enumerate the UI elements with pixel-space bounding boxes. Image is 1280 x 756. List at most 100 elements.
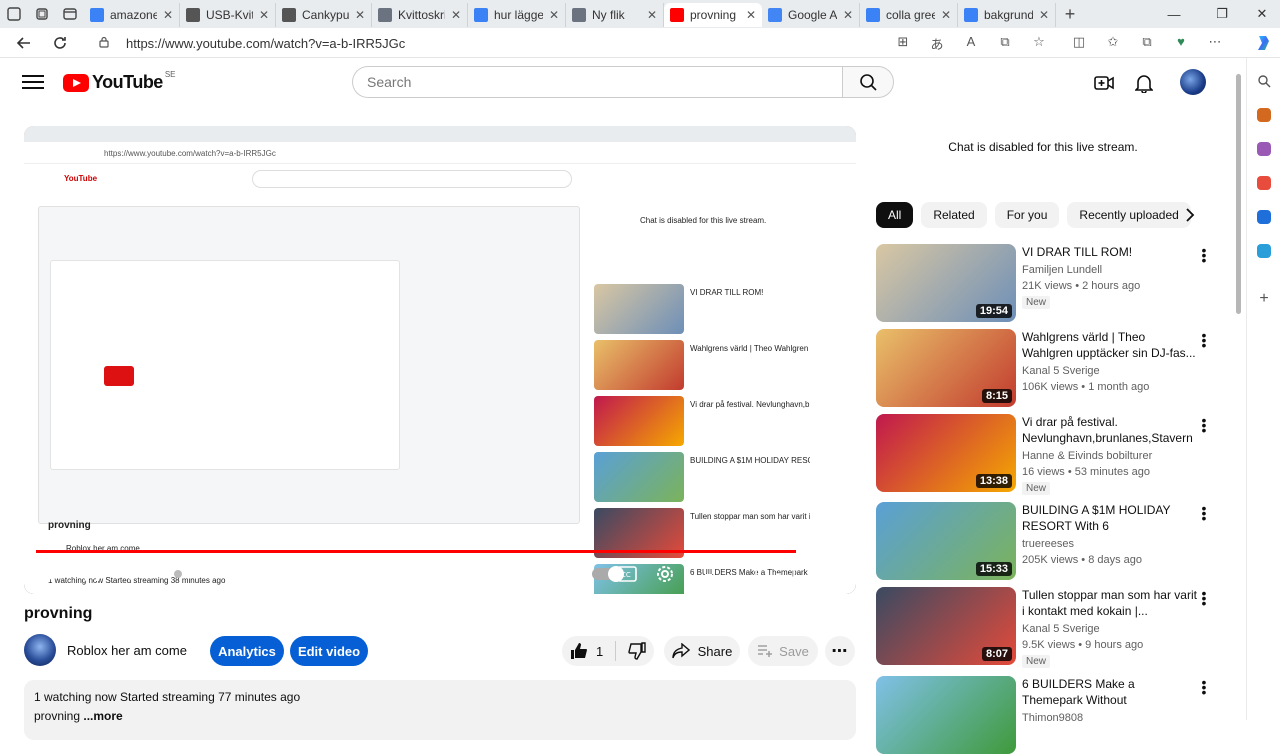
chips-next-button[interactable] [1180,205,1200,225]
cast-button[interactable] [772,562,798,586]
video-thumbnail[interactable]: 8:07 [876,587,1016,665]
chip-related[interactable]: Related [921,202,987,228]
browser-tab[interactable]: Google Ac ✕ [762,3,860,27]
edit-video-button[interactable]: Edit video [290,636,368,666]
like-button[interactable]: 1 [570,642,603,660]
browser-tab[interactable]: amazone ✕ [84,3,180,27]
youtube-logo[interactable]: YouTube SE [63,70,176,93]
minimize-icon[interactable]: — [1156,0,1192,28]
video-title[interactable]: Vi drar på festival. Nevlunghavn,brunlan… [1022,414,1198,446]
description-box[interactable]: 1 watching now Started streaming 77 minu… [24,680,856,740]
more-vertical-icon[interactable]: • • • [1198,586,1210,610]
recommended-video[interactable]: 15:33 BUILDING A $1M HOLIDAY RESORT With … [876,501,1216,582]
restore-icon[interactable]: ❐ [1204,0,1240,28]
sidebar-office-icon[interactable] [1247,172,1280,194]
close-tab-icon[interactable]: ✕ [451,8,461,22]
menu-icon[interactable] [22,72,44,94]
browser-tab[interactable]: colla gree ✕ [860,3,958,27]
workspaces-icon[interactable] [0,0,28,28]
channel-name[interactable]: Familjen Lundell [1022,264,1102,276]
channel-name[interactable]: Roblox her am come [67,643,187,658]
analytics-button[interactable]: Analytics [210,636,284,666]
chip-recently-uploaded[interactable]: Recently uploaded [1067,202,1191,228]
search-button[interactable] [842,66,894,98]
more-vertical-icon[interactable]: • • • [1198,675,1210,699]
close-tab-icon[interactable]: ✕ [746,8,756,22]
chip-for-you[interactable]: For you [994,202,1060,228]
channel-avatar[interactable] [24,634,56,666]
browser-tab[interactable]: Kvittoskriv ✕ [372,3,468,27]
browser-tab[interactable]: Ny flik ✕ [566,3,664,27]
vertical-tabs-icon[interactable] [56,0,84,28]
copilot-icon[interactable] [1252,32,1276,54]
close-tab-icon[interactable]: ✕ [259,8,269,22]
more-vertical-icon[interactable]: • • • [1198,243,1210,267]
dislike-button[interactable] [628,642,646,660]
sidebar-tools-icon[interactable] [1247,104,1280,126]
translate-icon[interactable]: あ [920,34,954,53]
more-actions-button[interactable]: ⋯ [825,636,855,666]
video-thumbnail[interactable]: 13:38 [876,414,1016,492]
settings-button[interactable] [652,562,678,586]
more-vertical-icon[interactable]: • • • [1198,501,1210,525]
video-title[interactable]: Wahlgrens värld | Theo Wahlgren upptäcke… [1022,329,1198,361]
browser-essentials-icon[interactable]: ♥ [1164,34,1198,50]
close-tab-icon[interactable]: ✕ [647,8,657,22]
browser-tab[interactable]: provning ✕ [664,3,762,27]
sidebar-search-icon[interactable] [1247,70,1280,92]
back-icon[interactable] [12,32,36,54]
browser-tab[interactable]: hur lägger ✕ [468,3,566,27]
read-aloud-icon[interactable]: A [954,34,988,53]
notifications-bell-icon[interactable] [1133,72,1155,94]
sidebar-add-icon[interactable]: + [1247,288,1280,310]
video-title[interactable]: 6 BUILDERS Make a Themepark Without COMM… [1022,676,1198,708]
sidebar-games-icon[interactable] [1247,138,1280,160]
sidebar-bing-icon[interactable] [1247,240,1280,262]
close-tab-icon[interactable]: ✕ [843,8,853,22]
channel-name[interactable]: Kanal 5 Sverige [1022,623,1100,635]
page-scrollbar[interactable] [1236,74,1241,314]
channel-name[interactable]: Hanne & Eivinds bobilturer [1022,450,1152,462]
miniplayer-button[interactable] [692,562,718,586]
more-options-icon[interactable]: ⋯ [1198,34,1232,50]
recommended-video[interactable]: 8:15 Wahlgrens värld | Theo Wahlgren uppt… [876,328,1216,409]
close-tab-icon[interactable]: ✕ [355,8,365,22]
split-screen-icon[interactable]: ◫ [1062,34,1096,50]
account-avatar[interactable] [1180,69,1206,95]
close-tab-icon[interactable]: ✕ [163,8,173,22]
close-tab-icon[interactable]: ✕ [549,8,559,22]
more-vertical-icon[interactable]: • • • [1198,413,1210,437]
live-indicator[interactable]: LIVE [174,567,214,581]
search-input[interactable] [352,66,842,98]
sidebar-outlook-icon[interactable] [1247,206,1280,228]
recommended-video[interactable]: 19:54 VI DRAR TILL ROM! Familjen Lundell 21… [876,243,1216,324]
recommended-video[interactable]: 8:07 Tullen stoppar man som har varit i k… [876,586,1216,668]
browser-tab[interactable]: Cankypu D ✕ [276,3,372,27]
video-thumbnail[interactable]: 19:54 [876,244,1016,322]
channel-name[interactable]: Kanal 5 Sverige [1022,365,1100,377]
browser-tab[interactable]: bakgrund ✕ [958,3,1056,27]
new-tab-button[interactable]: + [1056,4,1084,25]
close-window-icon[interactable]: ✕ [1244,0,1280,28]
extensions-icon[interactable]: ⧉ [988,34,1022,53]
volume-button[interactable] [118,562,146,586]
close-tab-icon[interactable]: ✕ [1039,8,1049,22]
video-title[interactable]: BUILDING A $1M HOLIDAY RESORT With 6 SUB… [1022,502,1198,534]
refresh-icon[interactable] [48,32,72,54]
theater-mode-button[interactable] [734,562,760,586]
browser-tab[interactable]: USB-Kvitt ✕ [180,3,276,27]
next-button[interactable] [78,562,106,586]
share-button[interactable]: Share [664,636,740,666]
collections-icon[interactable] [28,0,56,28]
video-thumbnail[interactable] [876,676,1016,754]
app-available-icon[interactable]: ⊞ [886,34,920,53]
video-title[interactable]: VI DRAR TILL ROM! [1022,244,1198,260]
favorites-icon[interactable]: ✩ [1096,34,1130,50]
play-button[interactable] [38,562,66,586]
subtitles-button[interactable]: CC [614,562,640,586]
fullscreen-button[interactable] [812,562,838,586]
channel-name[interactable]: Thimon9808 [1022,712,1083,724]
save-button[interactable]: Save [748,636,818,666]
video-player[interactable]: https://www.youtube.com/watch?v=a-b-IRR5… [24,126,856,594]
more-vertical-icon[interactable]: • • • [1198,328,1210,352]
